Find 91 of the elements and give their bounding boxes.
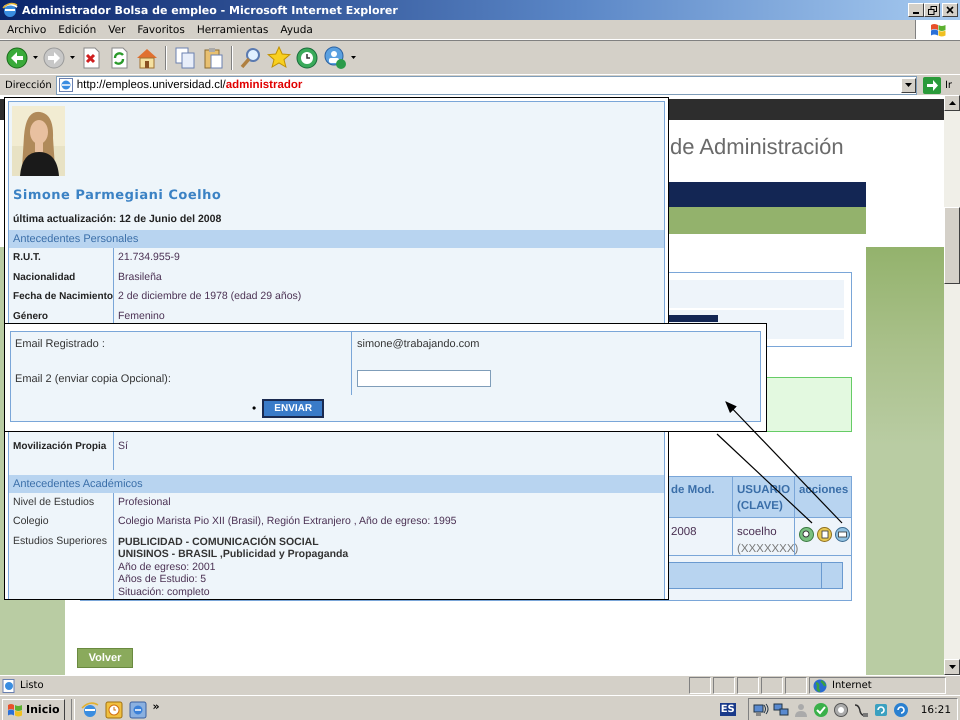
status-pane [785, 677, 807, 694]
down-arrow-icon [948, 665, 956, 669]
email-input[interactable] [357, 370, 491, 387]
registered-email: simone@trabajando.com [357, 338, 480, 350]
view-icon[interactable] [799, 527, 814, 542]
status-pane [737, 677, 759, 694]
scroll-up-button[interactable] [944, 95, 960, 111]
username: scoelho [737, 526, 777, 538]
minimize-button[interactable] [908, 3, 924, 17]
menu-item[interactable]: Ver [103, 24, 130, 36]
page-icon [2, 678, 16, 692]
update-icon[interactable] [892, 702, 909, 718]
browser-icon[interactable] [80, 700, 99, 718]
caret-icon[interactable] [33, 56, 38, 59]
field-value: Brasileña [118, 270, 162, 282]
field-label: Email Registrado : [15, 338, 105, 350]
menu-item[interactable]: Ayuda [275, 24, 318, 36]
status-pane [713, 677, 735, 694]
scroll-down-button[interactable] [944, 659, 960, 675]
close-icon [946, 6, 954, 14]
field-value: Año de egreso: 2001 [118, 560, 216, 573]
close-button[interactable] [942, 3, 958, 17]
language-indicator[interactable]: ES [720, 703, 736, 716]
field-value: 21.734.955-9 [118, 251, 180, 263]
go-button[interactable]: Ir [920, 76, 960, 94]
section-header: Antecedentes Académicos [9, 474, 664, 492]
address-field[interactable]: http://empleos.universidad.cl/administrador [56, 76, 917, 94]
send-button[interactable]: ENVIAR [262, 398, 324, 418]
status-text: Listo [20, 680, 44, 691]
field-label: Género [13, 310, 48, 322]
address-label: Dirección [5, 80, 52, 90]
field-value: PUBLICIDAD - COMUNICACIÓN SOCIAL [118, 536, 320, 548]
field-value: 2 de diciembre de 1978 (edad 29 años) [118, 290, 302, 302]
status-pane [689, 677, 711, 694]
field-label: Estudios Superiores [13, 534, 107, 546]
candidate-name: Simone Parmegiani Coelho [13, 188, 222, 203]
mail-icon[interactable] [835, 527, 850, 542]
field-value: Colegio Marista Pio XII (Brasil), Región Extranjero , Año de egreso: 1995 [118, 515, 457, 527]
caret-icon [904, 83, 912, 87]
dropdown-button[interactable] [900, 78, 916, 92]
restore-button[interactable] [924, 3, 940, 17]
search-icon[interactable] [239, 46, 263, 70]
cable-icon[interactable] [852, 702, 869, 718]
page-icon [58, 78, 73, 92]
column-header: de Mod. [666, 477, 732, 517]
media-icon[interactable] [104, 700, 123, 718]
bullet: • [252, 401, 256, 415]
network-icon[interactable] [752, 702, 769, 718]
scroll-thumb[interactable] [944, 207, 960, 284]
field-label: Nacionalidad [13, 272, 76, 282]
menu-item[interactable]: Edición [53, 24, 102, 36]
back-icon[interactable] [5, 46, 29, 70]
flag-icon [7, 702, 23, 716]
desktop-icon[interactable] [128, 700, 147, 718]
restore-icon [928, 6, 936, 14]
field-label: Email 2 (enviar copia Opcional): [15, 373, 171, 385]
copy-icon[interactable] [173, 46, 197, 70]
field-value: Situación: completo [118, 586, 211, 598]
window-title: Administrador Bolsa de empleo - Microsoft Internet Explorer [22, 4, 399, 16]
flag-icon [929, 22, 947, 38]
start-button[interactable]: Inicio [2, 698, 65, 720]
table-cell: 2008 [671, 526, 697, 538]
page-title: de Administración [670, 134, 844, 160]
security-zone: Internet [832, 680, 872, 691]
field-value: Sí [118, 440, 128, 452]
clock: 16:21 [920, 704, 951, 716]
caret-icon[interactable] [70, 56, 75, 59]
field-label: R.U.T. [13, 252, 41, 263]
status-pane [761, 677, 783, 694]
field-label: Colegio [13, 515, 49, 527]
field-value: Profesional [118, 496, 171, 508]
section-header: Antecedentes Personales [9, 230, 664, 248]
globe-icon [813, 678, 827, 692]
menu-item[interactable]: Archivo [2, 24, 52, 36]
menu-item[interactable]: Herramientas [192, 24, 274, 36]
field-label: Movilización Propia [13, 441, 106, 452]
last-updated: última actualización: 12 de Junio del 2008 [13, 213, 222, 225]
caret-icon[interactable] [351, 56, 356, 59]
overflow-chevron[interactable]: » [152, 700, 160, 713]
field-label: Fecha de Nacimiento [13, 291, 114, 302]
field-value: Femenino [118, 310, 165, 322]
field-label: Nivel de Estudios [13, 496, 94, 508]
field-value: Años de Estudio: 5 [118, 573, 208, 586]
network-icon[interactable] [772, 702, 789, 718]
up-arrow-icon [948, 101, 956, 105]
menu-item[interactable]: Favoritos [132, 24, 190, 36]
field-value: UNISINOS - BRASIL ,Publicidad y Propaganda [118, 548, 350, 560]
messenger-icon[interactable] [323, 46, 347, 70]
history-icon[interactable] [295, 46, 319, 70]
edit-icon[interactable] [817, 527, 832, 542]
ie-logo-icon [2, 2, 18, 18]
